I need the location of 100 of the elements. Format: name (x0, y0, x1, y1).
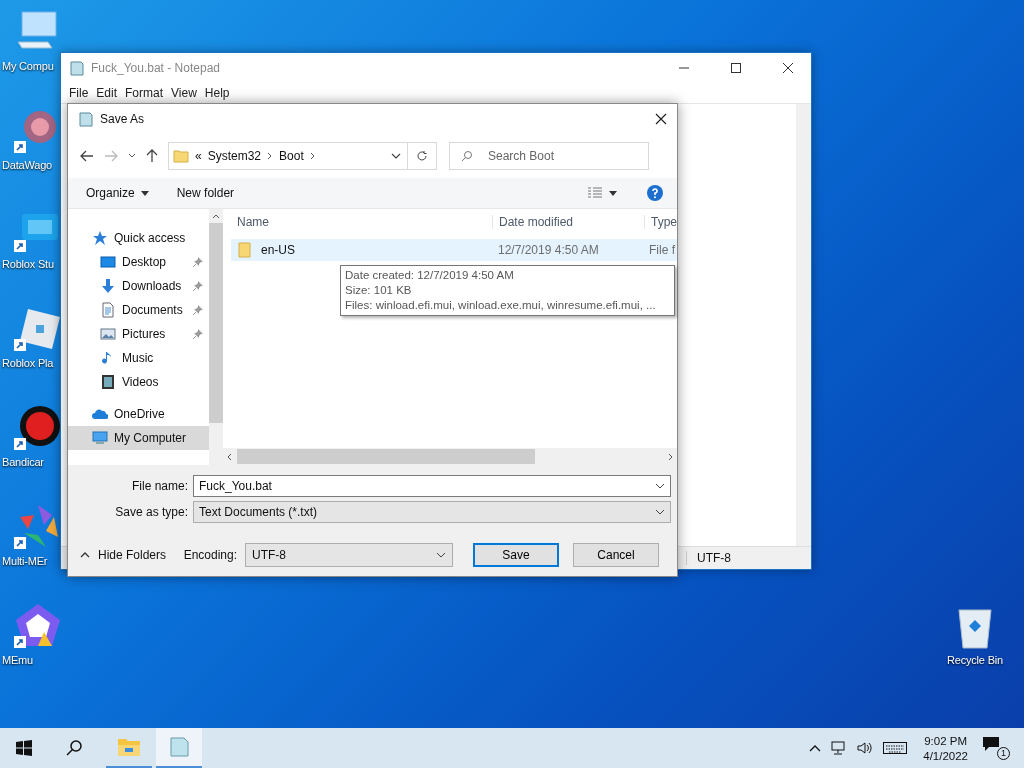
file-name-field[interactable]: Fuck_You.bat (193, 475, 671, 497)
field-label: Encoding: (183, 548, 237, 562)
desktop-icon-label: Multi-MEr (2, 555, 48, 567)
taskbar-app[interactable] (156, 728, 202, 768)
document-icon (100, 302, 116, 318)
organize-menu[interactable]: Organize (86, 186, 135, 200)
close-icon[interactable] (655, 113, 667, 125)
horizontal-scrollbar[interactable] (223, 448, 677, 465)
dialog-button[interactable]: Cancel (573, 543, 659, 567)
scrollbar[interactable] (796, 104, 811, 546)
menu-item[interactable]: Help (202, 86, 236, 100)
star-icon (92, 230, 108, 246)
help-icon[interactable] (647, 185, 663, 201)
search-icon[interactable] (66, 740, 82, 756)
maximize-icon[interactable] (730, 62, 742, 74)
download-icon (100, 278, 116, 294)
desktop-icon-label: Roblox Stu (2, 258, 54, 270)
chevron-down-icon[interactable] (655, 509, 665, 515)
dialog-button[interactable]: Save (473, 543, 559, 567)
pin-icon[interactable] (193, 305, 203, 315)
notepad-icon (168, 736, 190, 758)
nav-item[interactable]: Videos (68, 370, 209, 394)
date-modified: 12/7/2019 4:50 AM (497, 243, 600, 257)
window-title: Fuck_You.bat - Notepad (91, 61, 220, 75)
nav-item[interactable]: Quick access (68, 226, 209, 250)
field-label: File name: (130, 479, 188, 493)
folder-icon (173, 148, 189, 164)
chevron-down-icon[interactable] (391, 153, 401, 159)
nav-item[interactable]: OneDrive (68, 402, 209, 426)
encoding-dropdown[interactable]: UTF-8 (245, 543, 453, 567)
folder-icon (237, 242, 253, 258)
hide-folders-button[interactable]: Hide Folders (68, 548, 167, 562)
record-icon[interactable] (14, 404, 62, 452)
nav-item[interactable]: Downloads (68, 274, 209, 298)
search-icon (461, 150, 473, 162)
new-folder-button[interactable]: New folder (176, 186, 235, 200)
file-type: File f (648, 243, 676, 257)
chevron-right-icon[interactable] (309, 152, 316, 160)
scrollbar[interactable] (209, 209, 223, 465)
scroll-right-icon[interactable] (668, 452, 674, 461)
field-label: Save as type: (114, 505, 188, 519)
nav-item[interactable]: My Computer (68, 426, 209, 450)
chevron-up-icon[interactable] (809, 744, 822, 752)
breadcrumb[interactable]: Boot (279, 149, 304, 163)
nav-item[interactable]: Music (68, 346, 209, 370)
column-header[interactable]: Date modified (492, 215, 644, 229)
column-header[interactable]: Type (644, 215, 677, 229)
pentagon-icon[interactable] (14, 602, 62, 650)
keyboard-icon[interactable] (883, 742, 908, 754)
up-arrow-icon[interactable] (146, 149, 158, 163)
status-encoding: UTF-8 (686, 551, 731, 565)
tooltip-line: Date created: 12/7/2019 4:50 AM (345, 268, 515, 283)
caret-icon[interactable] (609, 190, 617, 196)
chevron-up-icon (80, 552, 90, 558)
scroll-left-icon[interactable] (226, 452, 232, 461)
menu-item[interactable]: File (67, 86, 95, 100)
refresh-button[interactable] (407, 142, 437, 170)
menu-item[interactable]: View (169, 86, 203, 100)
breadcrumb[interactable]: System32 (207, 149, 262, 163)
chevron-down-icon[interactable] (655, 483, 665, 489)
desktop-icon-label: Recycle Bin (947, 654, 1003, 666)
address-bar[interactable]: « System32 Boot (168, 142, 408, 170)
clock-date[interactable]: 4/1/2022 (923, 749, 968, 762)
tooltip-line: Files: winload.efi.mui, winload.exe.mui, winresume.efi.mui, ... (345, 298, 657, 313)
nav-item[interactable]: Documents (68, 298, 209, 322)
folder-icon (117, 737, 141, 757)
refresh-icon (416, 150, 428, 162)
nav-item[interactable]: Desktop (68, 250, 209, 274)
back-arrow-icon[interactable] (80, 150, 94, 162)
save-as-type-dropdown[interactable]: Text Documents (*.txt) (193, 501, 671, 523)
scroll-up-icon[interactable] (212, 213, 220, 219)
menu-item[interactable]: Format (123, 86, 170, 100)
computer-icon (92, 430, 108, 446)
network-icon[interactable] (831, 741, 848, 755)
notepad-icon (78, 111, 94, 127)
column-header[interactable]: Name (231, 215, 492, 229)
notepad-icon (69, 60, 85, 76)
dialog-title: Save As (100, 112, 145, 126)
clock-time[interactable]: 9:02 PM (924, 734, 968, 747)
desktop-icon-label: Bandicar (2, 456, 44, 468)
file-row[interactable]: en-US 12/7/2019 4:50 AM File f (231, 239, 677, 261)
film-icon (100, 374, 116, 390)
desktop-icon-label: My Compu (2, 60, 54, 72)
desktop-icon-label: MEmu (2, 654, 33, 666)
close-icon[interactable] (782, 62, 794, 74)
pin-icon[interactable] (193, 257, 203, 267)
caret-icon (140, 190, 149, 196)
notification-icon[interactable] (982, 736, 1000, 752)
nav-item[interactable]: Pictures (68, 322, 209, 346)
pin-icon[interactable] (193, 281, 203, 291)
picture-icon (100, 326, 116, 342)
pin-icon[interactable] (193, 329, 203, 339)
chevron-down-icon[interactable] (436, 552, 446, 558)
overflow-crumb[interactable]: « (195, 149, 202, 163)
speaker-icon[interactable] (857, 741, 874, 755)
search-field[interactable]: Search Boot (449, 142, 649, 170)
menu-item[interactable]: Edit (94, 86, 124, 100)
chevron-down-icon[interactable] (128, 153, 136, 159)
windows-logo-icon[interactable] (16, 740, 32, 756)
chevron-right-icon[interactable] (267, 152, 274, 160)
